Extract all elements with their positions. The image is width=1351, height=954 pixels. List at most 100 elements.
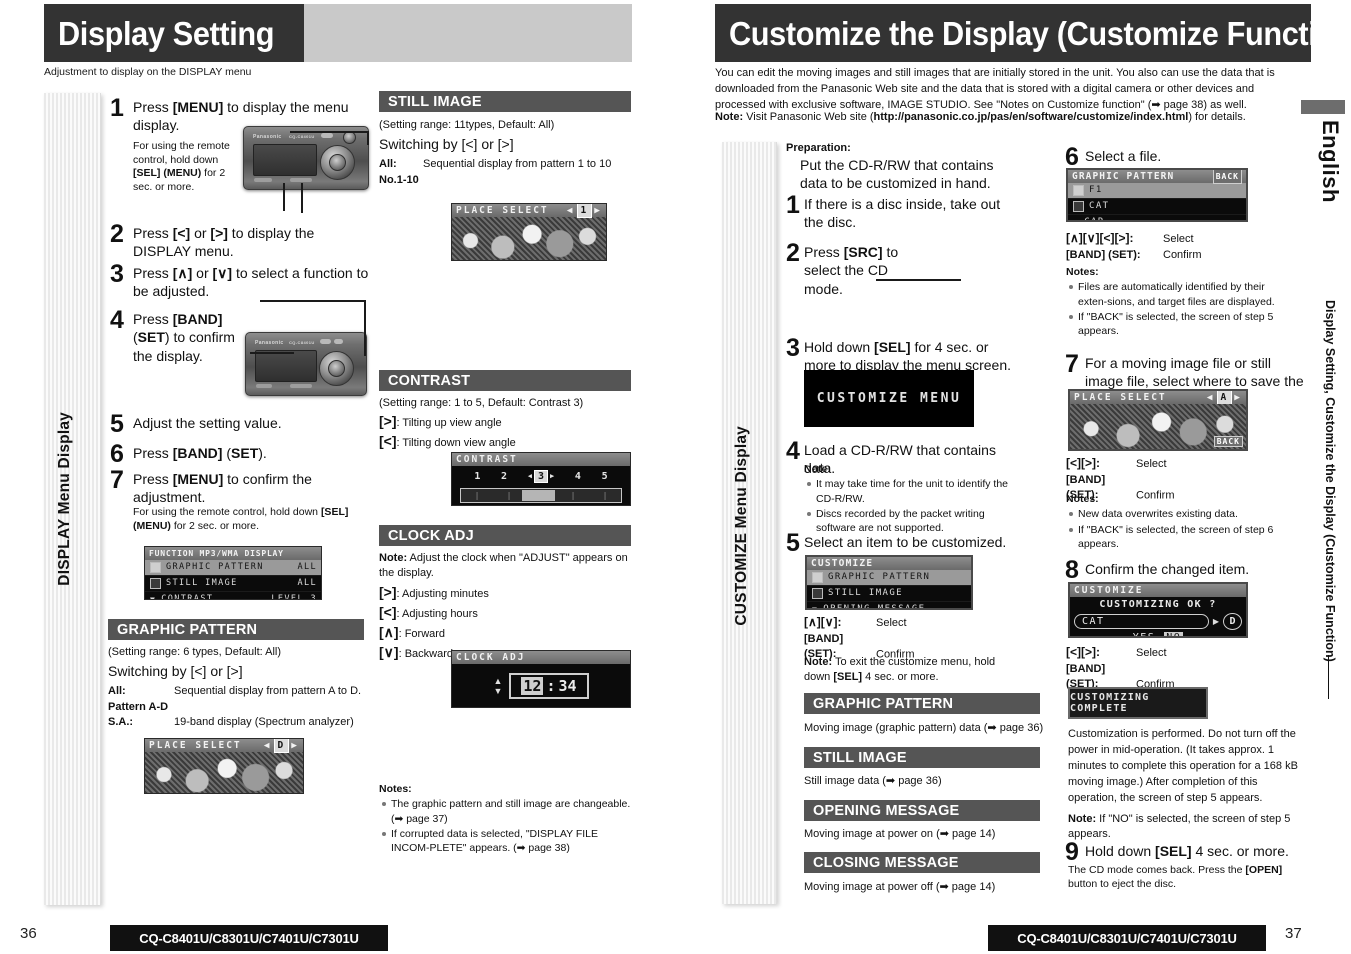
prev-arrow-icon[interactable]: ◀ <box>528 472 532 480</box>
customizing-ok-row: CAT ▶ D <box>1074 613 1242 630</box>
gp-file-lcd-title: GRAPHIC PATTERN BACK <box>1068 170 1246 184</box>
step-2-number: 2 <box>110 220 124 248</box>
notes-header: Notes: <box>379 783 412 795</box>
r-step-9-subtext: The CD mode comes back. Press the [OPEN]… <box>1068 864 1283 890</box>
step-2-text: Press [<] or [>] to display the DISPLAY … <box>133 225 315 260</box>
r-step-5-text: Select an item to be customized. <box>804 534 1007 550</box>
gp-section-heading: GRAPHIC PATTERN <box>804 693 1040 714</box>
place-select-lcd-title-3: PLACE SELECT ◀ A ▶ <box>1070 391 1246 405</box>
chevron-down-icon: ▼ <box>812 605 819 610</box>
place-select-lcd-title-2: PLACE SELECT ◀ 1 ▶ <box>452 204 606 218</box>
contrast-slider[interactable]: ||||| <box>460 488 622 503</box>
step6-key-legend: [∧][∨][<][>]: Select [BAND] (SET): Confirm <box>1066 231 1202 261</box>
note-item: It may take time for the unit to identif… <box>807 477 1020 506</box>
next-arrow-icon[interactable]: ▶ <box>594 204 602 217</box>
clock-minutes: 34 <box>558 677 577 695</box>
graphic-pattern-place-select-lcd: PLACE SELECT ◀ D ▶ <box>144 738 304 794</box>
r-step-4-notes: Note: It may take time for the unit to i… <box>804 462 1020 536</box>
note-item: Files are automatically identified by th… <box>1069 280 1296 309</box>
file-row-cat[interactable]: CAT <box>1068 199 1246 215</box>
clock-hours: 12 <box>521 677 544 695</box>
right-page-number: 37 <box>1285 925 1302 942</box>
r-step-3-number: 3 <box>786 334 800 362</box>
note-item: Discs recorded by the packet writing sof… <box>807 507 1020 536</box>
note-item: If "BACK" is selected, the screen of ste… <box>1069 310 1296 339</box>
left-model-bar: CQ-C8401U/C8301U/C7401U/C7301U <box>110 925 388 951</box>
clock-adj-lcd: CLOCK ADJ ▲ ▼ 12 : 34 <box>451 650 631 708</box>
clock-adj-note: Note: Adjust the clock when "ADJUST" app… <box>379 552 628 579</box>
back-button[interactable]: BACK <box>1213 436 1243 447</box>
right-model-bar: CQ-C8401U/C8301U/C7401U/C7301U <box>988 925 1266 951</box>
step-5-text: Adjust the setting value. <box>133 415 282 431</box>
function-lcd-row-contrast[interactable]: ▼ CONTRAST LEVEL 3 <box>145 592 321 600</box>
english-tab-marker <box>1301 100 1345 114</box>
note-item: New data overwrites existing data. <box>1069 507 1296 521</box>
om-section-text: Moving image at power on (➡ page 14) <box>804 828 996 840</box>
graphic-pattern-file-lcd: GRAPHIC PATTERN BACK F1 CAT ▼ CAR <box>1066 168 1248 222</box>
chevron-down-icon: ▼ <box>150 595 157 600</box>
step-3-number: 3 <box>110 260 124 288</box>
cm-section-heading: CLOSING MESSAGE <box>804 852 1040 873</box>
function-lcd-row-still-image[interactable]: STILL IMAGE ALL <box>145 576 321 592</box>
gp-section-text: Moving image (graphic pattern) data (➡ p… <box>804 722 1044 734</box>
yes-no-row[interactable]: YES NO <box>1070 630 1246 636</box>
customize-row-opening-message[interactable]: ▼ OPENING MESSAGE <box>807 602 971 610</box>
r-step-9-text: Hold down [SEL] 4 sec. or more. <box>1085 843 1289 859</box>
left-page-title: Display Setting <box>58 14 275 52</box>
file-row-f1[interactable]: F1 <box>1068 183 1246 199</box>
graphic-pattern-switching: Switching by [<] or [>] <box>108 663 243 679</box>
function-lcd-row-graphic-pattern[interactable]: GRAPHIC PATTERN ALL <box>145 560 321 576</box>
step6-notes: Notes: Files are automatically identifie… <box>1066 265 1296 339</box>
next-arrow-icon[interactable]: ▶ <box>550 472 554 480</box>
prev-arrow-icon[interactable]: ◀ <box>567 204 575 217</box>
step7-notes: Notes: New data overwrites existing data… <box>1066 492 1296 552</box>
step5-note: Note: To exit the customize menu, hold d… <box>804 656 996 683</box>
clock-value-row: ▲ ▼ 12 : 34 <box>452 664 630 707</box>
checkbox-icon <box>150 578 161 589</box>
step-7-subtext: For using the remote control, hold down … <box>133 506 349 532</box>
contrast-keys: [>]: Tilting up view angle [<]: Tilting … <box>379 413 516 449</box>
r-step-4-number: 4 <box>786 437 800 465</box>
notes-header: Notes: <box>1066 493 1099 505</box>
preparation-text: Put the CD-R/RW that contains data to be… <box>800 157 994 192</box>
file-row-car[interactable]: ▼ CAR <box>1068 215 1246 220</box>
right-page-title: Customize the Display (Customize Functio… <box>729 14 1351 52</box>
clock-adj-lcd-title: CLOCK ADJ <box>452 651 630 664</box>
note-item: The graphic pattern and still image are … <box>382 798 631 825</box>
no-option[interactable]: NO <box>1164 632 1184 636</box>
yes-option[interactable]: YES <box>1133 632 1156 636</box>
still-image-heading: STILL IMAGE <box>379 91 631 112</box>
customizing-ok-prompt: CUSTOMIZING OK ? <box>1099 599 1217 610</box>
customize-row-graphic-pattern[interactable]: GRAPHIC PATTERN <box>807 570 971 586</box>
graphic-pattern-range: (Setting range: 6 types, Default: All) <box>108 646 282 658</box>
right-page-intro: You can edit the moving images and still… <box>715 67 1275 111</box>
r-step-1-number: 1 <box>786 191 800 219</box>
still-image-preview-image <box>452 217 606 260</box>
left-page-title-block: Display Setting <box>44 4 305 62</box>
step8-note: Note: If "NO" is selected, the screen of… <box>1068 813 1291 840</box>
still-image-switching: Switching by [<] or [>] <box>379 136 514 152</box>
step-6-number: 6 <box>110 440 124 468</box>
contrast-range: (Setting range: 1 to 5, Default: Contras… <box>379 397 584 409</box>
contrast-lcd: CONTRAST 1 2 ◀ 3 ▶ 4 5 ||||| <box>451 452 631 506</box>
head-unit-photo-2: Panasonic CQ-C8401U <box>245 332 367 396</box>
r-step-7-number: 7 <box>1065 350 1079 378</box>
place-select-preview-image: BACK <box>1070 404 1246 449</box>
right-page-banner: Customize the Display (Customize Functio… <box>715 4 1351 62</box>
r-step-2-number: 2 <box>786 239 800 267</box>
customize-row-still-image[interactable]: STILL IMAGE <box>807 586 971 602</box>
customizing-place-letter: D <box>1223 613 1242 630</box>
next-arrow-icon[interactable]: ▶ <box>1234 391 1242 404</box>
up-down-arrows-icon[interactable]: ▲ ▼ <box>493 677 502 696</box>
r-step-5-number: 5 <box>786 529 800 557</box>
prev-arrow-icon[interactable]: ◀ <box>264 739 272 752</box>
next-arrow-icon[interactable]: ▶ <box>291 739 299 752</box>
contrast-level-row: 1 2 ◀ 3 ▶ 4 5 <box>474 469 608 483</box>
step-4-number: 4 <box>110 306 124 334</box>
prev-arrow-icon[interactable]: ◀ <box>1207 391 1215 404</box>
clock-box[interactable]: 12 : 34 <box>509 673 589 699</box>
si-section-heading: STILL IMAGE <box>804 747 1040 768</box>
back-button[interactable]: BACK <box>1212 170 1242 184</box>
left-page-number: 36 <box>20 925 37 942</box>
left-page-notes: Notes: The graphic pattern and still ima… <box>379 782 631 856</box>
